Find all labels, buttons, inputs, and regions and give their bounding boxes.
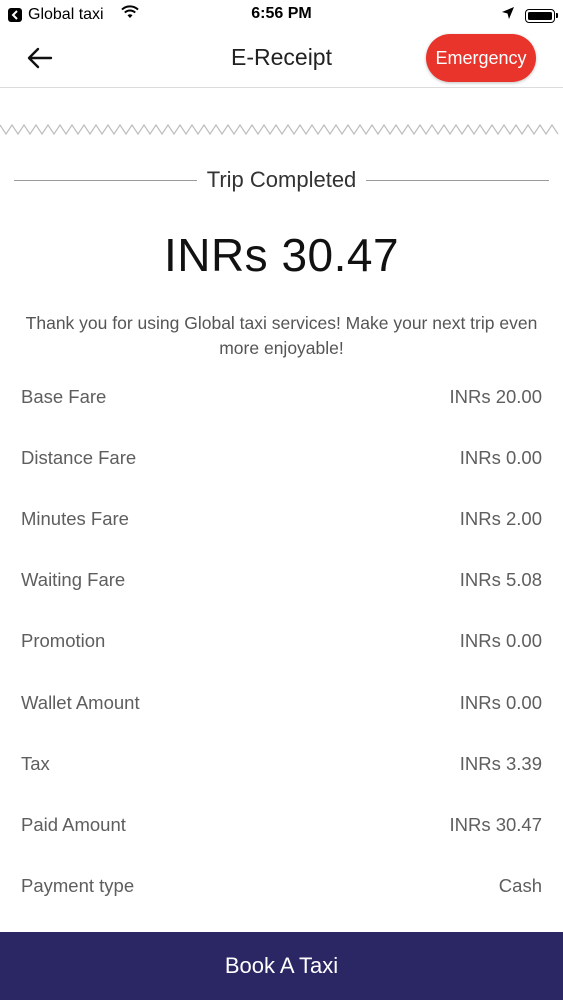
emergency-button[interactable]: Emergency xyxy=(426,34,536,82)
fare-row-tax: Tax INRs 3.39 xyxy=(0,733,563,794)
fare-value: INRs 3.39 xyxy=(459,752,542,774)
fare-label: Minutes Fare xyxy=(21,507,129,529)
fare-label: Base Fare xyxy=(21,385,107,407)
fare-label: Waiting Fare xyxy=(21,569,126,591)
fare-value: Cash xyxy=(498,875,542,897)
fare-label: Distance Fare xyxy=(21,446,137,468)
battery-icon xyxy=(525,8,558,23)
fare-value: INRs 2.00 xyxy=(459,507,542,529)
fare-label: Wallet Amount xyxy=(21,691,140,713)
fare-row-payment-type: Payment type Cash xyxy=(0,856,563,917)
fare-value: INRs 30.47 xyxy=(449,813,542,835)
receipt-edge-divider xyxy=(0,123,559,136)
fare-row-distance: Distance Fare INRs 0.00 xyxy=(0,427,563,488)
fare-value: INRs 0.00 xyxy=(459,691,542,713)
status-time: 6:56 PM xyxy=(251,5,312,22)
book-taxi-button[interactable]: Book A Taxi xyxy=(0,932,563,1000)
fare-row-wallet: Wallet Amount INRs 0.00 xyxy=(0,672,563,733)
fare-label: Tax xyxy=(21,752,50,774)
trip-status-label: Trip Completed xyxy=(206,167,357,192)
fare-value: INRs 5.08 xyxy=(459,569,542,591)
fare-row-promotion: Promotion INRs 0.00 xyxy=(0,611,563,672)
fare-row-paid: Paid Amount INRs 30.47 xyxy=(0,794,563,855)
location-arrow-icon xyxy=(501,6,515,25)
fare-row-base: Base Fare INRs 20.00 xyxy=(0,366,563,427)
total-amount: INRs 30.47 xyxy=(163,229,400,281)
fare-value: INRs 0.00 xyxy=(459,446,542,468)
divider-line xyxy=(14,179,197,181)
status-bar: Global taxi 6:56 PM xyxy=(0,0,563,30)
fare-breakdown-list: Base Fare INRs 20.00 Distance Fare INRs … xyxy=(0,366,563,917)
fare-value: INRs 20.00 xyxy=(449,385,542,407)
fare-row-minutes: Minutes Fare INRs 2.00 xyxy=(0,488,563,549)
nav-bar: E-Receipt Emergency xyxy=(0,30,563,88)
fare-label: Paid Amount xyxy=(21,813,126,835)
divider-line xyxy=(366,179,550,181)
fare-value: INRs 0.00 xyxy=(459,630,542,652)
trip-status-divider: Trip Completed xyxy=(14,166,550,194)
fare-row-waiting: Waiting Fare INRs 5.08 xyxy=(0,550,563,611)
fare-label: Promotion xyxy=(21,630,106,652)
fare-label: Payment type xyxy=(21,875,135,897)
thank-you-message: Thank you for using Global taxi services… xyxy=(25,313,538,358)
